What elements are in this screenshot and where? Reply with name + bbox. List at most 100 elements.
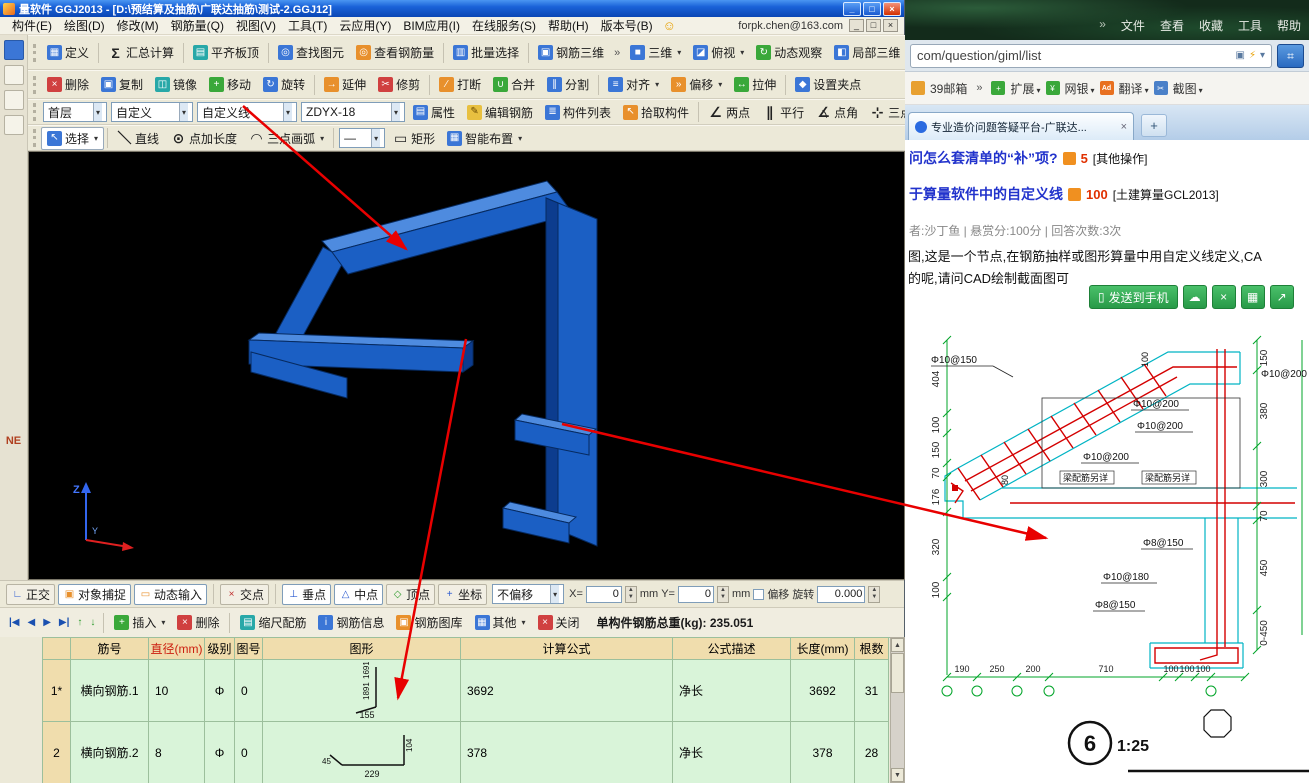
overflow-chevron[interactable]: » bbox=[610, 47, 624, 59]
col-header[interactable]: 公式描述 bbox=[673, 638, 791, 660]
line-tool-button[interactable]: ＼ 直线 bbox=[111, 127, 165, 150]
browser-menu-item[interactable]: 工具 bbox=[1238, 17, 1262, 34]
minimize-button[interactable]: _ bbox=[843, 1, 861, 16]
menu-item[interactable]: 版本号(B) bbox=[595, 17, 659, 34]
orbit-button[interactable]: ↻ 动态观察 bbox=[750, 41, 828, 64]
dynamic-input-toggle[interactable]: ▭ 动态输入 bbox=[134, 583, 208, 605]
grip-settings-button[interactable]: ◆ 设置夹点 bbox=[789, 73, 867, 96]
bookmark-chevron[interactable]: » bbox=[972, 82, 986, 94]
first-row-button[interactable]: |◀ bbox=[6, 617, 23, 628]
shape-cell[interactable]: 104 229 45 bbox=[263, 722, 461, 783]
col-header[interactable]: 计算公式 bbox=[461, 638, 673, 660]
top-view-button[interactable]: ◪ 俯视 bbox=[687, 41, 750, 64]
dropdown-caret-icon[interactable]: ▾ bbox=[1260, 50, 1265, 61]
category-select[interactable]: 自定义 ▾ bbox=[111, 102, 193, 122]
three-point-arc-tool-button[interactable]: ◠ 三点画弧 bbox=[243, 127, 330, 150]
drawing-viewport[interactable]: Z Y bbox=[28, 151, 905, 580]
prev-row-button[interactable]: ◀ bbox=[25, 617, 39, 628]
menu-item[interactable]: 钢筋量(Q) bbox=[165, 17, 230, 34]
pic-no-cell[interactable]: 0 bbox=[235, 660, 263, 722]
scroll-up-button[interactable]: ▲ bbox=[891, 638, 904, 652]
menu-item[interactable]: 绘图(D) bbox=[58, 17, 111, 34]
snap-perpendicular-toggle[interactable]: ⊥ 垂点 bbox=[282, 583, 332, 605]
cloud-icon[interactable]: ☁ bbox=[1182, 285, 1207, 309]
browser-menu-item[interactable]: 收藏 bbox=[1199, 17, 1223, 34]
dock-icon[interactable] bbox=[3, 65, 24, 85]
break-button[interactable]: ∕ 打断 bbox=[433, 73, 487, 96]
delete-button[interactable]: × 删除 bbox=[41, 73, 95, 96]
level-cell[interactable]: Φ bbox=[205, 722, 235, 783]
edit-rebar-button[interactable]: ✎ 编辑钢筋 bbox=[461, 101, 539, 124]
browser-menu-item[interactable]: 查看 bbox=[1160, 17, 1184, 34]
new-tab-button[interactable]: + bbox=[1141, 114, 1167, 137]
count-cell[interactable]: 31 bbox=[855, 660, 889, 722]
send-to-phone-button[interactable]: ▯ 发送到手机 bbox=[1089, 285, 1178, 309]
floor-select[interactable]: 首层 ▾ bbox=[43, 102, 107, 122]
smiley-icon[interactable]: ☺ bbox=[659, 18, 680, 33]
next-row-button[interactable]: ▶ bbox=[40, 617, 54, 628]
browser-menu-item[interactable]: 文件 bbox=[1121, 17, 1145, 34]
pick-element-button[interactable]: ↖ 拾取构件 bbox=[617, 101, 695, 124]
align-slab-top-button[interactable]: ▤ 平齐板顶 bbox=[187, 41, 265, 64]
rebar-name-cell[interactable]: 横向钢筋.1 bbox=[71, 660, 149, 722]
stretch-button[interactable]: ↔ 拉伸 bbox=[728, 73, 782, 96]
split-button[interactable]: ∥ 分割 bbox=[541, 73, 595, 96]
parallel-axis-button[interactable]: ∥ 平行 bbox=[756, 101, 810, 124]
find-element-button[interactable]: ◎ 查找图元 bbox=[272, 41, 350, 64]
menu-item[interactable]: 工具(T) bbox=[282, 17, 333, 34]
x-spinner[interactable]: ▲ ▼ bbox=[624, 585, 637, 603]
point-length-tool-button[interactable]: ⊙ 点加长度 bbox=[165, 127, 243, 150]
local-3d-button[interactable]: ◧ 局部三维 bbox=[828, 41, 905, 64]
menu-item[interactable]: 视图(V) bbox=[230, 17, 282, 34]
rebar-name-cell[interactable]: 横向钢筋.2 bbox=[71, 722, 149, 783]
category-tag[interactable]: [土建算量GCL2013] bbox=[1113, 186, 1219, 203]
pic-no-cell[interactable]: 0 bbox=[235, 722, 263, 783]
last-row-button[interactable]: ▶| bbox=[56, 617, 73, 628]
col-header[interactable]: 级别 bbox=[205, 638, 235, 660]
formula-desc-cell[interactable]: 净长 bbox=[673, 722, 791, 783]
object-snap-toggle[interactable]: ▣ 对象捕捉 bbox=[58, 583, 132, 605]
col-header[interactable]: 筋号 bbox=[71, 638, 149, 660]
snap-coordinate-toggle[interactable]: + 坐标 bbox=[438, 583, 488, 605]
offset-mode-select[interactable]: 不偏移 ▾ bbox=[492, 584, 565, 604]
menu-item[interactable]: 构件(E) bbox=[6, 17, 58, 34]
col-header[interactable]: 长度(mm) bbox=[791, 638, 855, 660]
save-icon[interactable]: ▦ bbox=[1240, 285, 1265, 309]
select-tool-button[interactable]: ↖ 选择 bbox=[41, 126, 105, 150]
menu-item[interactable]: 修改(M) bbox=[111, 17, 165, 34]
summary-calc-button[interactable]: Σ 汇总计算 bbox=[102, 41, 180, 64]
scale-rebar-button[interactable]: ▤ 缩尺配筋 bbox=[235, 612, 311, 633]
batch-select-button[interactable]: ▥ 批量选择 bbox=[447, 41, 525, 64]
toolbar-grip[interactable] bbox=[33, 75, 36, 94]
tab-close-icon[interactable]: × bbox=[1121, 121, 1127, 133]
snap-vertex-toggle[interactable]: ◇ 顶点 bbox=[386, 583, 436, 605]
x-input[interactable]: 0 bbox=[585, 585, 622, 603]
menu-chevron[interactable]: » bbox=[1099, 17, 1106, 34]
scroll-down-button[interactable]: ▼ bbox=[891, 768, 904, 782]
restore-button[interactable]: □ bbox=[863, 1, 881, 16]
share-icon[interactable]: ↗ bbox=[1269, 285, 1294, 309]
table-row[interactable]: 1* 横向钢筋.1 10 Φ 0 1691 1891 155 3692 净长 3… bbox=[43, 660, 890, 722]
bookmark-item[interactable]: 翻译 bbox=[1119, 80, 1149, 97]
close-button[interactable]: × bbox=[883, 1, 901, 16]
col-header[interactable]: 直径(mm) bbox=[149, 638, 205, 660]
element-select[interactable]: ZDYX-18 ▾ bbox=[301, 102, 405, 122]
lightning-icon[interactable]: ⚡ bbox=[1249, 50, 1256, 61]
formula-desc-cell[interactable]: 净长 bbox=[673, 660, 791, 722]
menu-item[interactable]: 云应用(Y) bbox=[333, 17, 397, 34]
merge-button[interactable]: ∪ 合并 bbox=[487, 73, 541, 96]
toolbar-grip[interactable] bbox=[33, 43, 36, 62]
row-number-cell[interactable]: 1* bbox=[43, 660, 71, 722]
bookmark-item[interactable]: 39邮箱 bbox=[930, 80, 967, 97]
dock-icon[interactable] bbox=[3, 40, 24, 60]
snap-midpoint-toggle[interactable]: △ 中点 bbox=[334, 583, 384, 605]
table-row[interactable]: 2 横向钢筋.2 8 Φ 0 104 229 45 378 净长 378 28 bbox=[43, 722, 890, 783]
close-grid-button[interactable]: × 关闭 bbox=[533, 612, 585, 633]
bookmark-item[interactable]: 网银 bbox=[1065, 80, 1095, 97]
question-link[interactable]: 问怎么套清单的“补”项? bbox=[909, 148, 1058, 168]
element-list-button[interactable]: ≣ 构件列表 bbox=[539, 101, 617, 124]
address-input[interactable]: com/question/giml/list ▣ ⚡ ▾ bbox=[910, 43, 1272, 68]
smart-layout-button[interactable]: ▦ 智能布置 bbox=[441, 127, 528, 150]
three-point-aux-axis-button[interactable]: ⊹三点辅轴 bbox=[864, 101, 905, 124]
offset-checkbox[interactable] bbox=[753, 588, 765, 600]
